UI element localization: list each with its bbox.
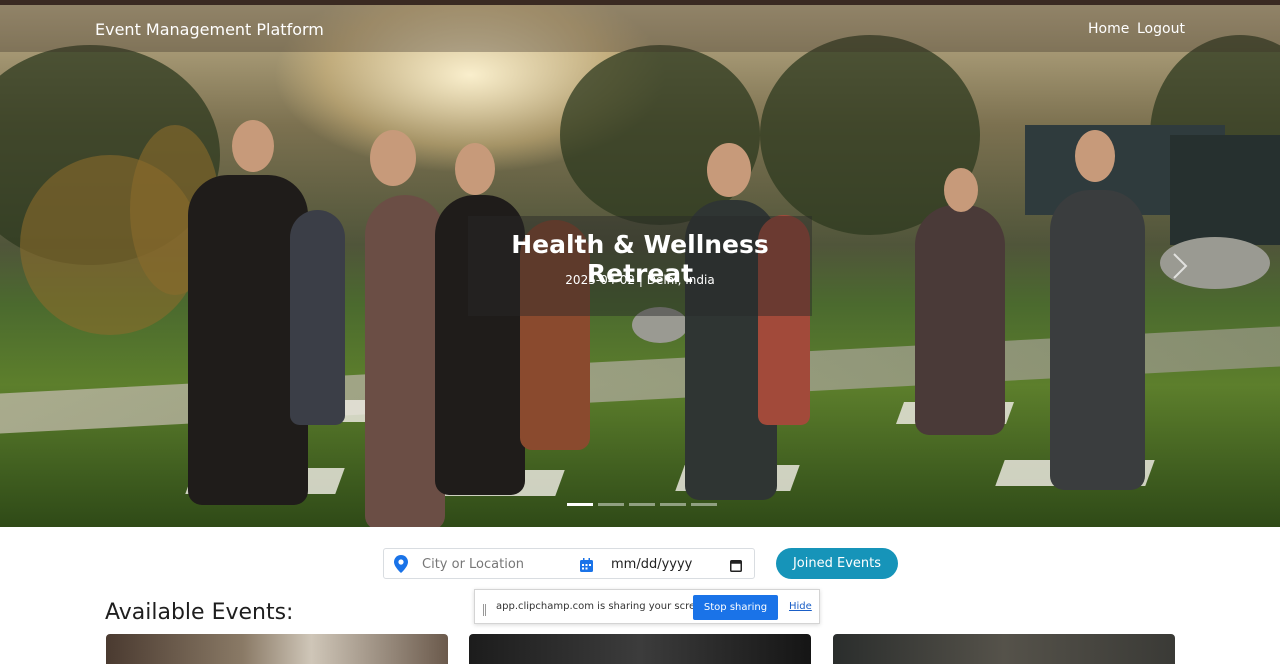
drag-handle-icon[interactable] xyxy=(483,601,486,616)
carousel-next-icon[interactable] xyxy=(1170,250,1196,284)
map-pin-icon xyxy=(394,555,408,573)
event-date-location: 2025-04-02 | Delhi, India xyxy=(565,273,715,287)
nav-logout-link[interactable]: Logout xyxy=(1137,21,1185,37)
carousel-indicator-5[interactable] xyxy=(691,503,717,506)
stop-sharing-button[interactable]: Stop sharing xyxy=(693,595,778,620)
carousel-caption: Health & Wellness Retreat 2025-04-02 | D… xyxy=(468,216,812,316)
date-input[interactable]: mm/dd/yyyy xyxy=(611,557,692,572)
event-card-image[interactable] xyxy=(833,634,1175,664)
brand-title[interactable]: Event Management Platform xyxy=(95,20,324,39)
share-notice-text: app.clipchamp.com is sharing your screen… xyxy=(496,601,711,612)
location-input[interactable] xyxy=(420,552,574,577)
event-search-bar: mm/dd/yyyy xyxy=(383,548,755,579)
event-card-image[interactable] xyxy=(106,634,448,664)
navbar: Event Management Platform Home Logout xyxy=(0,5,1280,52)
screen-share-notification: app.clipchamp.com is sharing your screen… xyxy=(474,589,820,624)
event-card-image[interactable] xyxy=(469,634,811,664)
calendar-icon xyxy=(580,557,593,572)
carousel-indicator-3[interactable] xyxy=(629,503,655,506)
hide-link[interactable]: Hide xyxy=(789,601,812,612)
carousel-indicator-2[interactable] xyxy=(598,503,624,506)
carousel-indicator-4[interactable] xyxy=(660,503,686,506)
carousel-indicator-1[interactable] xyxy=(567,503,593,506)
available-events-heading: Available Events: xyxy=(105,600,294,625)
date-picker-icon[interactable] xyxy=(730,557,742,572)
joined-events-button[interactable]: Joined Events xyxy=(776,548,898,579)
nav-home-link[interactable]: Home xyxy=(1088,21,1129,37)
